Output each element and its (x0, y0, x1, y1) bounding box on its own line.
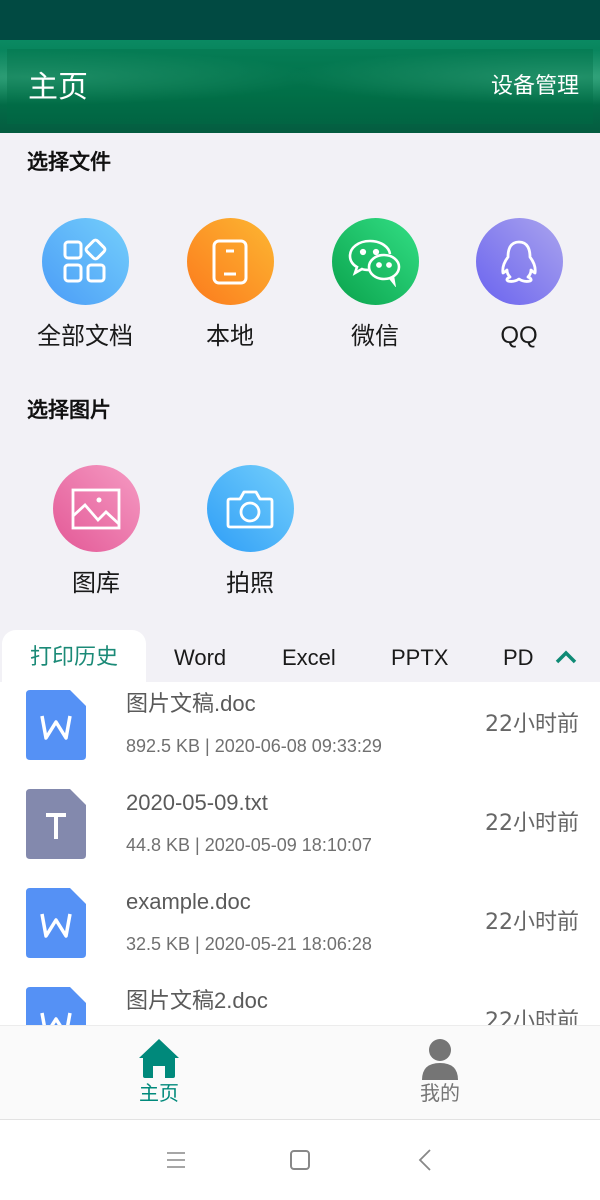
system-nav-bar (0, 1120, 600, 1200)
wechat-tile[interactable]: 微信 (310, 218, 440, 352)
bottom-nav: 主页 我的 (0, 1025, 600, 1120)
file-list-item[interactable]: example.doc 32.5 KB | 2020-05-21 18:06:2… (0, 880, 600, 979)
gallery-image-icon (52, 465, 140, 552)
local-tile[interactable]: 本地 (165, 218, 295, 352)
nav-home-label: 主页 (139, 1081, 179, 1105)
file-type-tabs: 打印历史 Word Excel PPTX PD (0, 630, 600, 682)
file-name: 图片文稿.doc (126, 691, 256, 716)
page-title: 主页 (28, 70, 88, 105)
file-list: 图片文稿.doc 892.5 KB | 2020-06-08 09:33:29 … (0, 682, 600, 1025)
word-file-icon (26, 690, 86, 760)
back-icon[interactable] (414, 1148, 438, 1172)
camera-label: 拍照 (226, 569, 274, 597)
nav-profile[interactable]: 我的 (380, 1026, 500, 1121)
txt-file-icon (26, 789, 86, 859)
tab-print-history[interactable]: 打印历史 (2, 630, 146, 682)
qq-penguin-icon (475, 218, 563, 305)
file-time: 22小时前 (485, 811, 579, 836)
select-files-heading: 选择文件 (27, 150, 111, 174)
all-documents-tile[interactable]: 全部文档 (20, 218, 150, 352)
phone-device-icon (186, 218, 274, 305)
menu-icon[interactable] (164, 1148, 188, 1172)
file-time: 22小时前 (485, 910, 579, 935)
file-name: 图片文稿2.doc (126, 988, 268, 1013)
camera-icon (206, 465, 294, 552)
status-bar (0, 0, 600, 40)
tab-pptx[interactable]: PPTX (391, 630, 448, 682)
word-file-icon (26, 987, 86, 1025)
app-header: 主页 设备管理 (0, 40, 600, 133)
nav-profile-label: 我的 (420, 1081, 460, 1105)
file-name: example.doc (126, 889, 251, 914)
wechat-icon (331, 218, 419, 305)
file-meta: 44.8 KB | 2020-05-09 18:10:07 (126, 835, 372, 855)
file-time: 22小时前 (485, 1009, 579, 1025)
file-time: 22小时前 (485, 712, 579, 737)
qq-tile[interactable]: QQ (454, 218, 584, 352)
tab-word[interactable]: Word (174, 630, 226, 682)
wechat-label: 微信 (351, 322, 399, 350)
device-management-button[interactable]: 设备管理 (491, 73, 579, 101)
tab-excel[interactable]: Excel (282, 630, 336, 682)
tab-pdf[interactable]: PD (503, 630, 534, 682)
select-images-heading: 选择图片 (27, 398, 111, 422)
all-documents-label: 全部文档 (37, 322, 133, 350)
grid-apps-icon (41, 218, 129, 305)
file-name: 2020-05-09.txt (126, 790, 268, 815)
file-list-item[interactable]: 图片文稿.doc 892.5 KB | 2020-06-08 09:33:29 … (0, 682, 600, 781)
camera-tile[interactable]: 拍照 (185, 465, 315, 599)
nav-home[interactable]: 主页 (99, 1026, 219, 1121)
file-list-item[interactable]: 2020-05-09.txt 44.8 KB | 2020-05-09 18:1… (0, 781, 600, 880)
home-icon (139, 1039, 179, 1078)
person-icon (422, 1039, 458, 1080)
gallery-tile[interactable]: 图库 (31, 465, 161, 599)
home-square-icon[interactable] (288, 1148, 312, 1172)
word-file-icon (26, 888, 86, 958)
local-label: 本地 (206, 322, 254, 350)
gallery-label: 图库 (72, 569, 120, 597)
qq-label: QQ (500, 322, 538, 349)
file-list-item[interactable]: 图片文稿2.doc 22小时前 (0, 979, 600, 1025)
chevron-up-icon[interactable] (554, 648, 578, 666)
file-meta: 32.5 KB | 2020-05-21 18:06:28 (126, 934, 372, 954)
file-meta: 892.5 KB | 2020-06-08 09:33:29 (126, 736, 382, 756)
